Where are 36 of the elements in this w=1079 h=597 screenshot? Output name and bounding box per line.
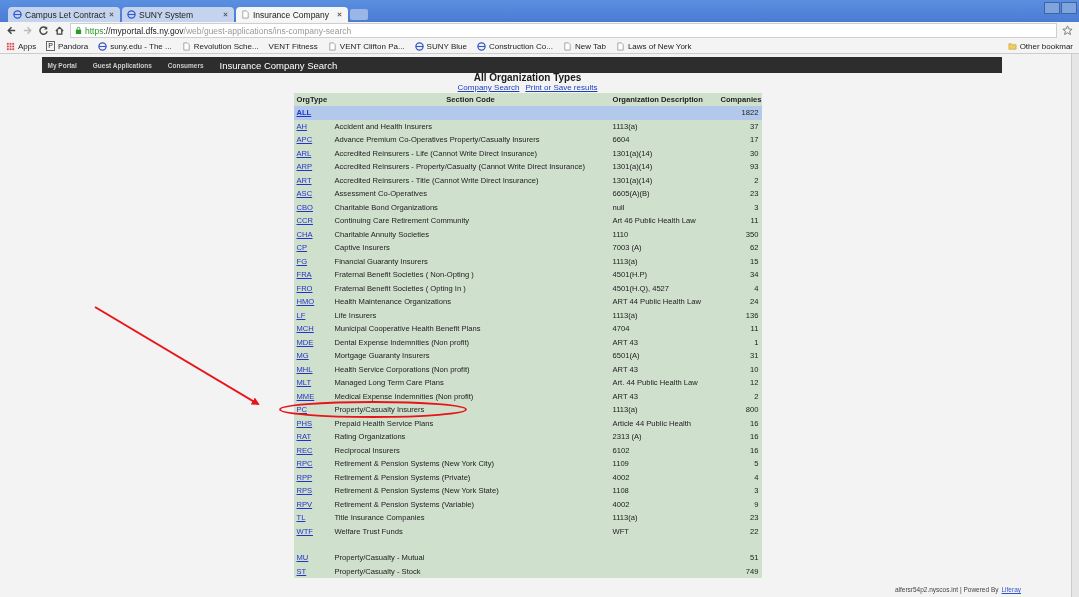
star-icon[interactable]: [1062, 25, 1073, 36]
browser-tab[interactable]: Insurance Company: [236, 7, 348, 22]
close-icon[interactable]: [222, 11, 229, 18]
reload-icon[interactable]: [38, 25, 49, 36]
bookmark[interactable]: SUNY Blue: [414, 41, 467, 51]
browser-tab[interactable]: Campus Let Contract: [8, 7, 120, 22]
browser-tab[interactable]: SUNY System: [122, 7, 234, 22]
back-icon[interactable]: [6, 25, 17, 36]
bookmark[interactable]: suny.edu - The ...: [98, 41, 172, 51]
globe-icon: [414, 41, 424, 51]
scrollbar[interactable]: [1071, 54, 1079, 597]
url-text: https://myportal.dfs.ny.gov/web/guest-applications/ins-company-search: [85, 25, 352, 36]
folder-icon: [1007, 41, 1017, 51]
address-field[interactable]: https://myportal.dfs.ny.gov/web/guest-applications/ins-company-search: [70, 23, 1057, 38]
link[interactable]: Print or Save results: [525, 83, 598, 93]
bookmark[interactable]: Construction Co...: [476, 41, 553, 51]
bookmark[interactable]: VENT Clifton Pa...: [327, 41, 405, 51]
close-icon[interactable]: [108, 11, 116, 18]
breadcrumb-item[interactable]: Insurance Company Search: [219, 59, 338, 71]
apps-grid-icon: [6, 41, 15, 51]
bookmark[interactable]: Apps: [6, 41, 37, 51]
bookmark[interactable]: New Tab: [562, 41, 606, 51]
link[interactable]: Company Search: [457, 83, 520, 93]
page-heading: All Organization Types: [473, 73, 582, 83]
bookmark[interactable]: VENT Fitness: [268, 41, 318, 51]
page-icon: [241, 10, 250, 19]
other-bookmarks[interactable]: Other bookmar: [1007, 41, 1073, 51]
close-icon[interactable]: [336, 11, 343, 18]
globe-icon: [98, 41, 108, 51]
lock-icon: [75, 26, 82, 35]
bookmark[interactable]: Revolution Sche...: [181, 41, 259, 51]
globe-icon: [127, 10, 136, 19]
globe-icon: [13, 10, 22, 19]
bookmark[interactable]: Laws of New York: [615, 41, 692, 51]
globe-icon: [476, 41, 486, 51]
home-icon[interactable]: [54, 25, 65, 36]
